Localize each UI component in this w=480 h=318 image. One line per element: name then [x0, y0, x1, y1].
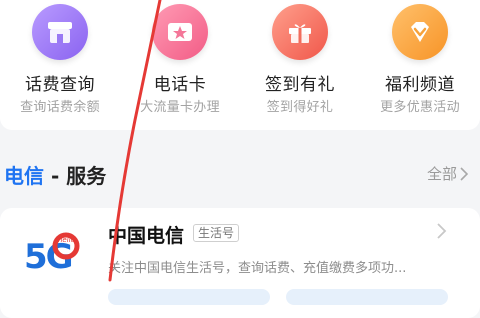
section-title-rest: - 服务: [44, 164, 107, 188]
telecom-5g-logo: 5G hello: [20, 222, 88, 280]
quick-action-label: 福利频道: [385, 75, 455, 95]
card-star-icon: [152, 4, 208, 60]
quick-action-welfare[interactable]: 福利频道 更多优惠活动: [360, 0, 480, 130]
shop-icon: [32, 4, 88, 60]
service-shortcut-pill[interactable]: [108, 289, 270, 305]
service-shortcut-pill[interactable]: [286, 289, 448, 305]
all-link[interactable]: 全部: [427, 163, 468, 184]
quick-action-checkin[interactable]: 签到有礼 签到得好礼: [240, 0, 360, 130]
quick-actions-grid: 话费查询 查询话费余额 电话卡 大流量卡办理 签到有礼 签到得好礼 福利频道 更…: [0, 0, 480, 130]
quick-action-label: 电话卡: [153, 75, 207, 95]
logo-hello-text: hello: [58, 236, 75, 244]
quick-action-label: 话费查询: [25, 75, 95, 95]
quick-action-label: 签到有礼: [265, 75, 335, 95]
section-title: 电信 - 服务: [4, 160, 106, 189]
quick-action-sub: 签到得好礼: [266, 100, 334, 115]
quick-action-phone-card[interactable]: 电话卡 大流量卡办理: [120, 0, 240, 130]
diamond-icon: [392, 4, 448, 60]
chevron-right-icon[interactable]: [436, 222, 448, 240]
service-tag-badge: 生活号: [193, 224, 240, 242]
all-link-label: 全部: [426, 165, 457, 183]
section-title-brand: 电信: [4, 164, 44, 188]
service-description: 关注中国电信生活号，查询话费、充值缴费多项功...: [108, 261, 407, 276]
quick-action-sub: 查询话费余额: [20, 100, 100, 115]
service-name: 中国电信: [108, 225, 185, 247]
chevron-right-icon: [460, 166, 468, 181]
gift-icon: [272, 4, 328, 60]
quick-action-sub: 大流量卡办理: [140, 100, 220, 115]
quick-action-sub: 更多优惠活动: [380, 100, 460, 115]
quick-action-bill-query[interactable]: 话费查询 查询话费余额: [0, 0, 120, 130]
